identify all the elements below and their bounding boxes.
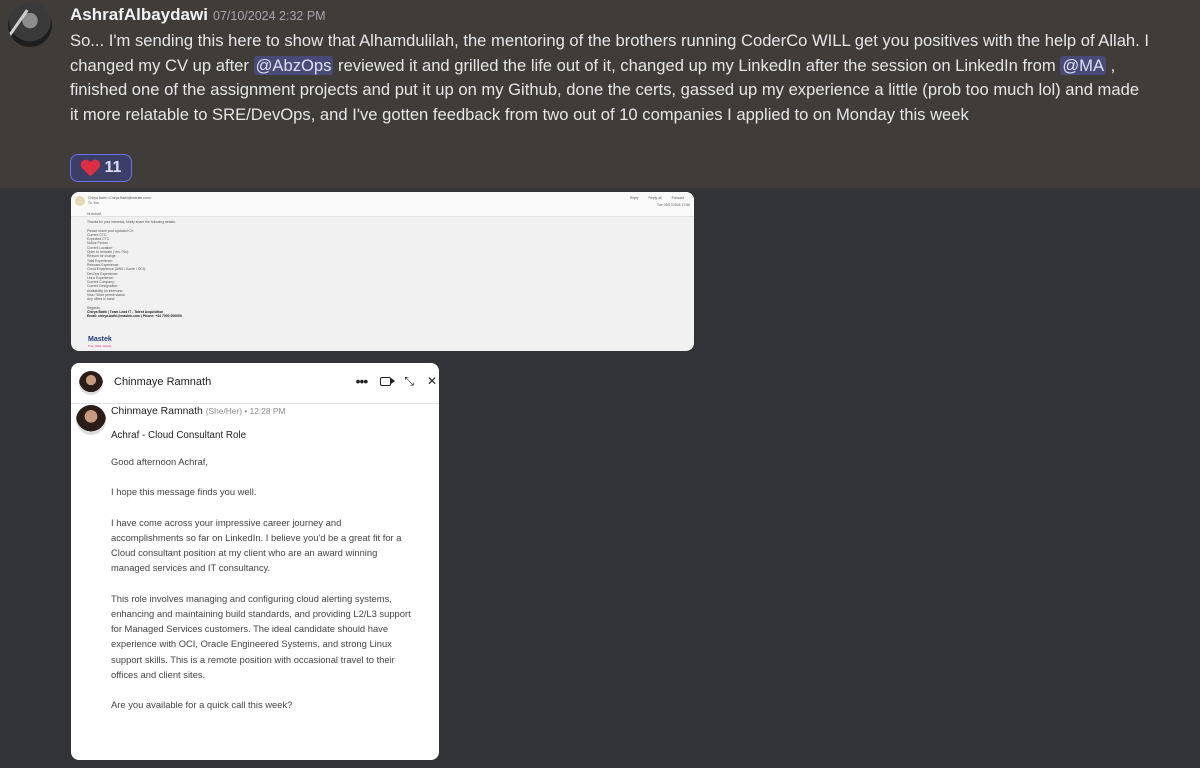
message-row: AshrafAlbaydawi 07/10/2024 2:32 PM So...… (0, 0, 1200, 188)
more-dots-icon: ••• (355, 373, 369, 389)
reply-all-button: Reply all (648, 196, 662, 200)
forward-button: Forward (671, 196, 684, 200)
reaction-count: 11 (104, 159, 122, 176)
message-paragraph: Are you available for a quick call this … (111, 699, 293, 711)
sender-pronoun-time: (She/Her) • 12:28 PM (205, 406, 286, 416)
message-timestamp: 07/10/2024 2:32 PM (213, 9, 326, 23)
username[interactable]: AshrafAlbaydawi (70, 5, 208, 25)
linkedin-message-attachment[interactable]: Chinmaye Ramnath ••• ⤡ ✕ Chinmaye Ramnat… (71, 363, 439, 760)
company-logo: Mastek (88, 336, 112, 343)
heart-icon (81, 160, 99, 177)
email-from: Chirya Bathi <Chirya.Bathi@mastek.com> (88, 196, 152, 200)
close-icon: ✕ (426, 374, 437, 388)
user-mention-abzops[interactable]: @AbzOps (253, 55, 334, 75)
email-screenshot-attachment[interactable]: Chirya Bathi <Chirya.Bathi@mastek.com> T… (71, 192, 694, 351)
email-actions: Reply Reply all Forward (630, 196, 684, 200)
reply-button: Reply (629, 196, 639, 200)
video-call-icon (380, 377, 396, 386)
email-body: Hi Ashraf, Thanks for your interests, ki… (87, 212, 487, 319)
contact-avatar (79, 371, 103, 395)
message-subject: Achraf - Cloud Consultant Role (111, 430, 247, 441)
company-tagline: Trust. Value. Velocity (88, 345, 112, 348)
email-signature-contact: Email: chirya.bathi@mastek.com | Phone: … (87, 314, 182, 319)
heart-reaction-button[interactable]: 11 (70, 154, 132, 182)
linkedin-chat-header: Chinmaye Ramnath ••• ⤡ ✕ (71, 363, 439, 404)
message-content: So... I'm sending this here to show that… (70, 29, 1150, 127)
message-paragraph: I have come across your impressive caree… (111, 516, 402, 574)
email-date: Tue 09/07/2024 17:56 (656, 203, 690, 207)
sender-name: Chinmaye Ramnath (111, 406, 203, 417)
user-mention-ma[interactable]: @MA (1060, 55, 1107, 75)
contact-name: Chinmaye Ramnath (114, 376, 212, 388)
user-avatar[interactable] (8, 3, 52, 47)
chat-header-icons: ••• ⤡ ✕ (356, 373, 437, 389)
email-to: To: You (88, 201, 100, 205)
linkedin-message-body: Good afternoon Achraf, I hope this messa… (111, 454, 411, 712)
message-paragraph: Good afternoon Achraf, (111, 456, 208, 467)
message-text-part-2: reviewed it and grilled the life out of … (333, 55, 1061, 75)
minimize-icon: ⤡ (404, 374, 414, 388)
message-paragraph: I hope this message finds you well. (111, 486, 257, 498)
sender-line: Chinmaye Ramnath (She/Her) • 12:28 PM (111, 406, 285, 417)
sender-avatar (76, 405, 106, 435)
message-paragraph: This role involves managing and configur… (111, 592, 411, 680)
sender-avatar-icon (75, 196, 85, 206)
